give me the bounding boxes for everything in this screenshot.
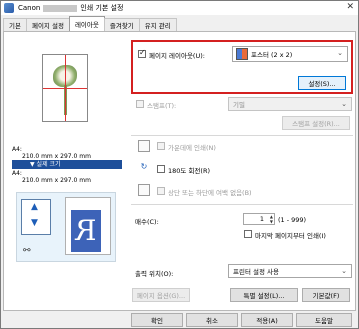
up-arrow-icon: ▲ xyxy=(31,202,38,212)
stamp-label: 스탬프(T): xyxy=(147,102,177,110)
rotate-180-checkbox[interactable] xyxy=(157,165,165,173)
copies-range: (1 - 999) xyxy=(278,216,307,224)
layout-panel: A4: 210.0 mm x 297.0 mm ▼ 실제 크기 A4: 210.… xyxy=(3,31,356,311)
center-print-icon xyxy=(138,140,150,152)
tab-favorites[interactable]: 즐겨찾기 xyxy=(103,18,140,31)
poster-sheet-preview xyxy=(42,54,88,122)
section-divider xyxy=(131,204,353,205)
copies-stepper[interactable]: 1 ▲ ▼ xyxy=(243,213,275,225)
page-layout-value: 포스터 (2 x 2) xyxy=(251,51,293,59)
chevron-down-icon: ⌄ xyxy=(341,267,347,275)
cancel-button[interactable]: 취소 xyxy=(186,313,238,327)
stamp-checkbox[interactable] xyxy=(136,100,144,108)
output-location-select[interactable]: 프린터 설정 사용 ⌄ xyxy=(228,264,352,278)
help-button[interactable]: 도움말 xyxy=(296,313,352,327)
chain-link-icon: ⚯ xyxy=(23,246,31,256)
no-margin-checkbox[interactable] xyxy=(157,187,165,195)
actual-size-bar: ▼ 실제 크기 xyxy=(12,160,122,169)
center-print-label: 가운데에 인쇄(N) xyxy=(168,144,216,152)
down-arrow-icon: ▼ xyxy=(31,218,38,228)
center-print-checkbox[interactable] xyxy=(157,142,165,150)
rotate-icon: ↻ xyxy=(140,162,148,171)
tab-basic[interactable]: 기본 xyxy=(3,18,27,31)
stamp-select[interactable]: 기밀 ⌄ xyxy=(228,97,352,111)
printer-feed-icon: ▲ ▼ xyxy=(21,199,51,235)
chevron-down-icon: ⌄ xyxy=(337,49,343,57)
margin-icon xyxy=(138,184,150,196)
section-divider xyxy=(131,135,353,136)
no-margin-label: 상단 또는 하단에 여백 없음(B) xyxy=(168,189,252,197)
tab-page-setup[interactable]: 페이지 설정 xyxy=(25,18,70,31)
poster-layout-icon xyxy=(236,48,248,60)
layout-preview xyxy=(12,46,122,142)
rotate-180-label: 180도 회전(R) xyxy=(168,167,211,175)
page-layout-select[interactable]: 포스터 (2 x 2) ⌄ xyxy=(232,46,348,62)
printer-app-icon xyxy=(4,3,14,13)
print-preferences-window: Canon 인쇄 기본 설정 ✕ 기본 페이지 설정 레이아웃 즐겨찾기 유지 관… xyxy=(0,0,359,329)
copies-value: 1 xyxy=(259,215,264,223)
layout-settings-button[interactable]: 설정(S)... xyxy=(298,76,346,90)
output-location-label: 출력 위치(O): xyxy=(135,270,174,278)
last-page-first-label: 마지막 페이지부터 인쇄(I) xyxy=(255,232,326,240)
tab-layout[interactable]: 레이아웃 xyxy=(68,16,105,31)
poster-grid-horizontal xyxy=(43,88,87,89)
title-prefix: Canon xyxy=(18,4,41,12)
page-layout-highlight: 페이지 레이아웃(U): 포스터 (2 x 2) ⌄ 설정(S)... xyxy=(131,40,353,94)
paper-feed-preview: ▲ ▼ R ⚯ xyxy=(16,192,116,262)
output-location-value: 프린터 설정 사용 xyxy=(233,268,279,276)
window-title: Canon 인쇄 기본 설정 xyxy=(18,3,123,13)
redacted-model xyxy=(43,4,78,12)
down-arrow-icon: ▼ xyxy=(30,161,35,168)
close-icon[interactable]: ✕ xyxy=(346,2,354,12)
chevron-down-icon: ⌄ xyxy=(341,100,347,108)
paper-size-info: A4: 210.0 mm x 297.0 mm ▼ 실제 크기 A4: 210.… xyxy=(12,146,122,188)
actual-size-label: 실제 크기 xyxy=(36,161,61,168)
page-layout-label: 페이지 레이아웃(U): xyxy=(149,52,205,60)
stamp-settings-button[interactable]: 스탬프 설정(R)... xyxy=(282,116,350,130)
defaults-button[interactable]: 기본값(F) xyxy=(302,288,350,302)
copies-label: 매수(C): xyxy=(135,218,159,226)
page-layout-checkbox[interactable] xyxy=(138,48,146,58)
output-size-label: A4: xyxy=(12,170,22,177)
special-settings-button[interactable]: 특별 설정(L)... xyxy=(230,288,298,302)
tab-maintenance[interactable]: 유지 관리 xyxy=(138,18,177,31)
title-suffix: 인쇄 기본 설정 xyxy=(80,4,124,12)
stamp-value: 기밀 xyxy=(233,101,245,109)
title-bar: Canon 인쇄 기본 설정 ✕ xyxy=(1,1,358,15)
paper-size-label: A4: xyxy=(12,146,22,153)
apply-button[interactable]: 적용(A) xyxy=(241,313,293,327)
paper-roll-preview: R xyxy=(65,197,111,255)
last-page-first-checkbox[interactable] xyxy=(244,230,252,238)
tab-strip: 기본 페이지 설정 레이아웃 즐겨찾기 유지 관리 xyxy=(3,16,177,32)
ok-button[interactable]: 확인 xyxy=(131,313,183,327)
output-size-dimensions: 210.0 mm x 297.0 mm xyxy=(22,177,91,184)
stepper-arrows-icon[interactable]: ▲ ▼ xyxy=(270,214,273,224)
paper-size-dimensions: 210.0 mm x 297.0 mm xyxy=(22,153,91,160)
orientation-letter-icon: R xyxy=(71,210,101,252)
page-options-button[interactable]: 페이지 옵션(G)... xyxy=(132,288,190,302)
